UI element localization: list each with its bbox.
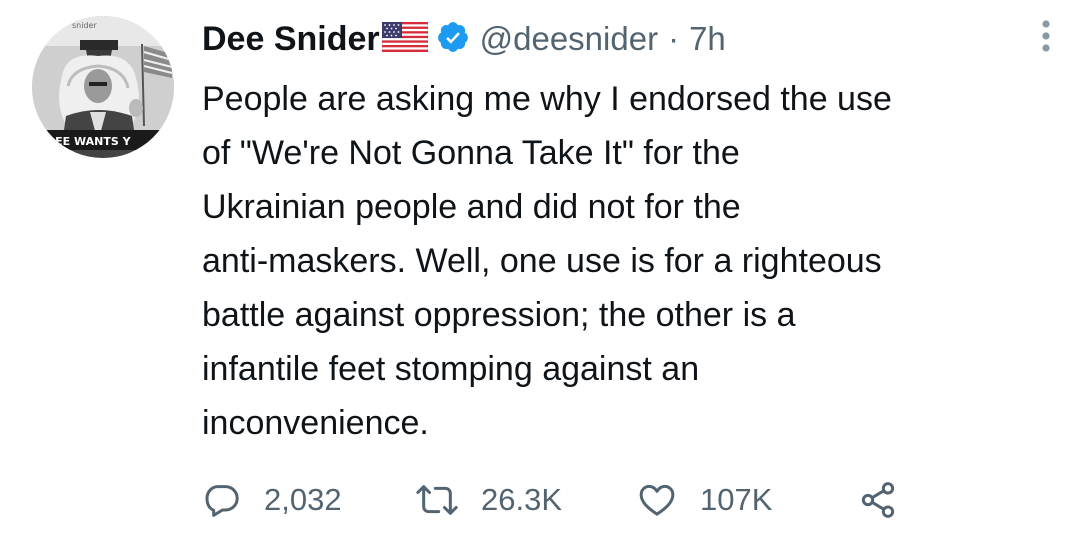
header-separator: · [668, 20, 680, 57]
user-handle[interactable]: @deesnider [480, 20, 658, 58]
avatar-caption: DEE WANTS Y [46, 135, 132, 148]
tweet-body: Dee Snider @deesnider · 7h People are as… [202, 14, 1052, 450]
reply-icon [205, 485, 239, 517]
verified-badge-icon [436, 20, 470, 59]
tweet-header: Dee Snider @deesnider · 7h [202, 14, 1052, 64]
like-button[interactable]: 107K [636, 478, 772, 522]
us-flag-icon [381, 21, 429, 57]
reply-count: 2,032 [264, 482, 342, 517]
more-options-icon[interactable] [1026, 16, 1066, 60]
tweet-text: People are asking me why I endorsed the … [202, 80, 892, 442]
share-icon [861, 482, 895, 518]
share-button[interactable] [858, 478, 920, 522]
tweet[interactable]: DEE WANTS Y snider Dee Snider @deesnider… [0, 0, 1078, 551]
heart-icon [639, 484, 675, 516]
tweet-timestamp[interactable]: 7h [689, 20, 726, 58]
tweet-actions: 2,032 26.3K 107K [202, 478, 962, 522]
display-name[interactable]: Dee Snider [202, 20, 380, 59]
like-count: 107K [700, 482, 773, 517]
retweet-button[interactable]: 26.3K [415, 478, 562, 522]
retweet-count: 26.3K [481, 482, 563, 517]
reply-button[interactable]: 2,032 [202, 478, 342, 522]
avatar-image: DEE WANTS Y snider [32, 16, 174, 158]
avatar[interactable]: DEE WANTS Y snider [32, 16, 174, 158]
avatar-top-text: snider [72, 21, 97, 30]
retweet-icon [416, 485, 458, 515]
